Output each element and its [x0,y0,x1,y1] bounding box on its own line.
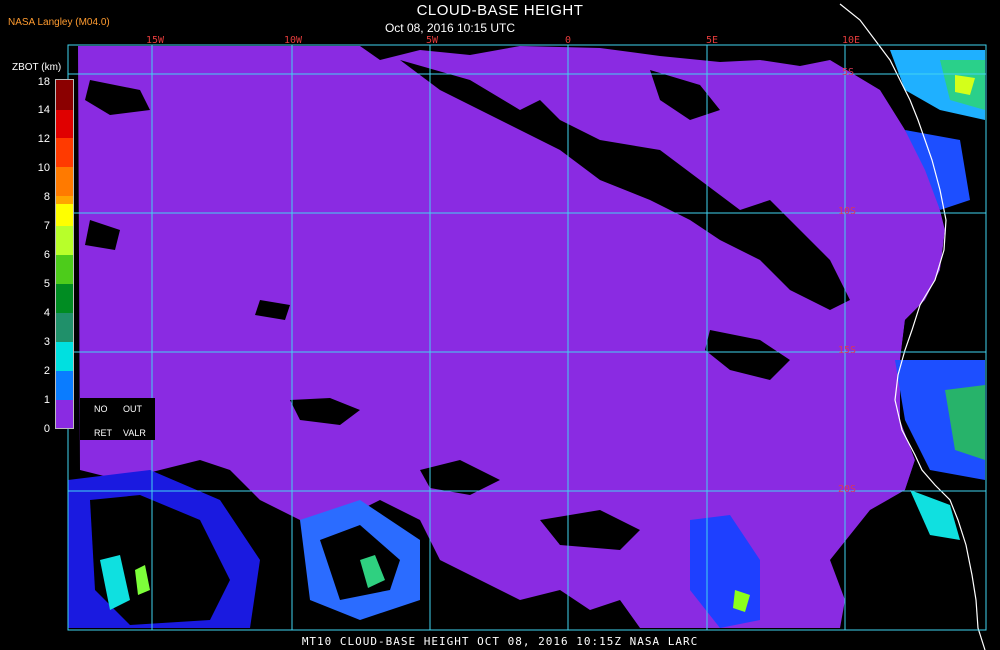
lat-label-5s: 5S [842,67,855,78]
satellite-map [67,3,987,650]
lon-label-15w: 15W [145,35,165,46]
map-title: CLOUD-BASE HEIGHT [416,2,584,19]
lat-label-10s: 10S [838,206,857,217]
colorbar-tick: 12 [37,133,50,145]
lon-label-10w: 10W [283,35,303,46]
colorbar-tick: 14 [37,104,50,116]
colorbar-title: ZBOT (km) [12,62,62,73]
out-label: OUT [123,404,142,414]
lon-label-5e: 5E [705,35,719,46]
colorbar-tick: 3 [43,336,50,348]
lat-label-15s: 15S [838,345,857,356]
colorbar-tick: 18 [37,76,50,88]
colorbar-tick: 0 [43,423,50,435]
no-label: NO [94,404,108,414]
lon-label-5w: 5W [425,35,439,46]
colorbar-tick: 5 [43,278,50,290]
colorbar-tick: 6 [43,249,50,261]
map-subtitle: Oct 08, 2016 10:15 UTC [384,21,516,35]
lon-label-10e: 10E [841,35,861,46]
ret-label: RET [94,428,112,438]
lat-label-20s: 20S [838,484,857,495]
colorbar-tick: 2 [43,365,50,377]
colorbar-tick: 8 [43,191,50,203]
producer-label: NASA Langley (M04.0) [8,17,110,28]
colorbar-frame [55,79,74,429]
colorbar-tick: 7 [43,220,50,232]
footer-caption: MT10 CLOUD-BASE HEIGHT OCT 08, 2016 10:1… [301,635,699,648]
lon-label-0: 0 [564,35,572,46]
valr-label: VALR [123,428,146,438]
colorbar-tick: 10 [37,162,50,174]
colorbar-tick: 4 [43,307,50,319]
special-values-legend: NO OUT RET VALR [80,398,155,440]
colorbar-tick: 1 [43,394,50,406]
